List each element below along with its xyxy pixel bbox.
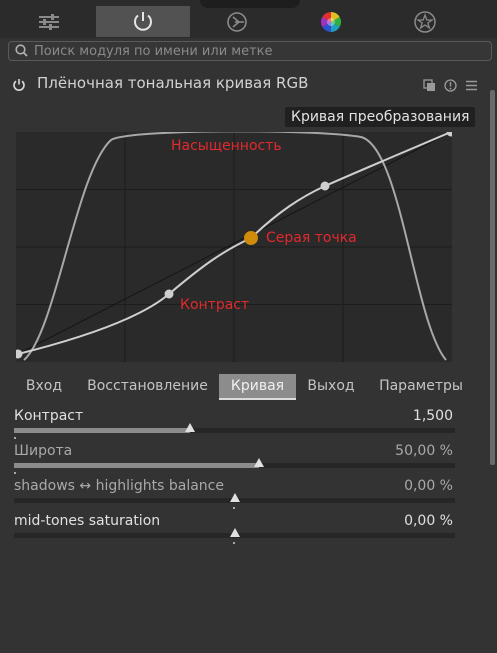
tab-sliders[interactable] xyxy=(2,6,96,37)
contrast-slider-fill xyxy=(14,428,191,433)
tab-output[interactable]: Выход xyxy=(300,374,362,399)
balance-slider-thumb[interactable] xyxy=(229,493,240,502)
tab-active-modules[interactable] xyxy=(96,6,190,37)
curve-tag: Кривая преобразования xyxy=(285,107,476,127)
saturation-label: Насыщенность xyxy=(171,138,282,154)
grey-point-label: Серая точка xyxy=(266,230,357,246)
contrast-slider-track[interactable] xyxy=(14,428,455,433)
curve-graph[interactable]: Насыщенность Серая точка Контраст xyxy=(16,132,452,362)
tab-input[interactable]: Вход xyxy=(14,374,74,399)
contrast-slider[interactable]: Контраст 1,500 xyxy=(14,408,455,442)
sliders-icon xyxy=(37,12,61,32)
latitude-slider-default-tick xyxy=(14,472,16,474)
curve-node-contrast xyxy=(164,289,174,299)
contrast-slider-default-tick xyxy=(14,437,16,439)
latitude-slider-value: 50,00 % xyxy=(395,443,453,459)
tab-active-underline xyxy=(219,398,296,400)
latitude-slider-thumb[interactable] xyxy=(253,458,264,467)
module-group-bar xyxy=(0,0,497,38)
power-icon xyxy=(131,10,155,34)
midtones-saturation-slider[interactable]: mid-tones saturation 0,00 % xyxy=(14,513,455,547)
search-placeholder: Поиск модуля по имени или метке xyxy=(34,43,273,59)
module-tabs: Вход Восстановление Кривая Выход Парамет… xyxy=(0,374,490,400)
module-power-icon[interactable] xyxy=(12,77,26,96)
circle-arrow-icon xyxy=(225,10,249,34)
curve-node-upper xyxy=(320,181,330,191)
balance-slider-default-tick xyxy=(233,507,235,509)
star-icon xyxy=(413,10,437,34)
reset-icon[interactable] xyxy=(444,77,457,96)
tab-parameters[interactable]: Параметры xyxy=(370,374,472,399)
module-title: Плёночная тональная кривая RGB xyxy=(37,74,309,92)
tab-reconstruction[interactable]: Восстановление xyxy=(80,374,215,399)
curve-node-black xyxy=(16,349,23,359)
tab-effects[interactable] xyxy=(378,6,472,37)
midtones-saturation-slider-thumb[interactable] xyxy=(229,528,240,537)
midtones-saturation-slider-default-tick xyxy=(233,542,235,544)
tab-curve[interactable]: Кривая xyxy=(219,374,296,399)
balance-slider[interactable]: shadows ↔ highlights balance 0,00 % xyxy=(14,478,455,512)
curve-graph-canvas xyxy=(16,132,452,362)
latitude-slider-fill xyxy=(14,463,259,468)
scrollbar[interactable] xyxy=(490,90,495,465)
midtones-saturation-slider-label: mid-tones saturation xyxy=(14,513,161,529)
tab-color[interactable] xyxy=(284,6,378,37)
contrast-slider-thumb[interactable] xyxy=(185,423,196,432)
multi-instance-icon[interactable] xyxy=(423,77,436,96)
search-input[interactable]: Поиск модуля по имени или метке xyxy=(8,41,492,61)
presets-menu-icon[interactable] xyxy=(465,77,478,96)
balance-slider-label: shadows ↔ highlights balance xyxy=(14,478,224,494)
balance-slider-value: 0,00 % xyxy=(404,478,453,494)
midtones-saturation-slider-value: 0,00 % xyxy=(404,513,453,529)
contrast-slider-label: Контраст xyxy=(14,408,84,424)
module-header[interactable]: Плёночная тональная кривая RGB xyxy=(0,68,490,100)
contrast-label: Контраст xyxy=(180,297,250,313)
curve-node-white xyxy=(446,132,452,137)
contrast-slider-value: 1,500 xyxy=(412,408,453,424)
color-wheel-icon xyxy=(319,10,343,34)
latitude-slider-track[interactable] xyxy=(14,463,455,468)
curve-node-grey-point xyxy=(244,231,258,245)
latitude-slider-label: Широта xyxy=(14,443,73,459)
latitude-slider[interactable]: Широта 50,00 % xyxy=(14,443,455,477)
tab-base[interactable] xyxy=(190,6,284,37)
search-icon xyxy=(15,42,28,61)
